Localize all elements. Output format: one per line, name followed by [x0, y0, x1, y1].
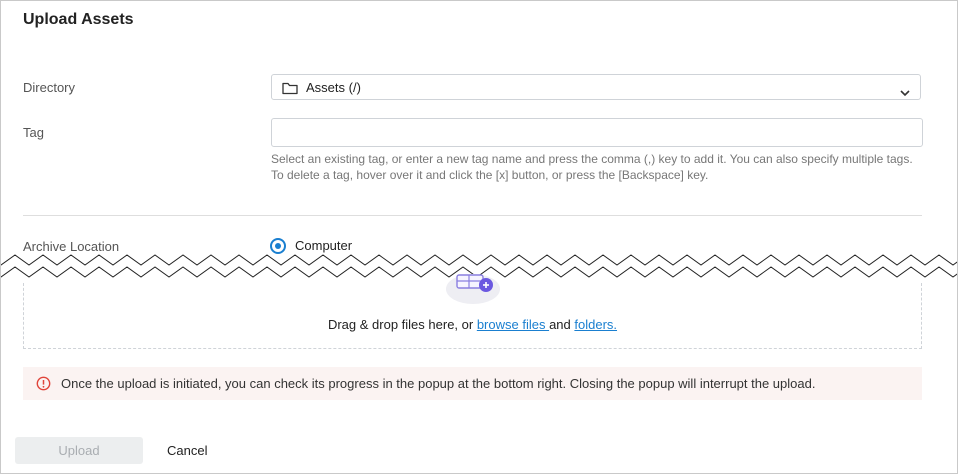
tag-help-line-1: Select an existing tag, or enter a new t… [271, 152, 913, 166]
section-divider [23, 215, 922, 216]
tag-help-line-2: To delete a tag, hover over it and click… [271, 168, 709, 182]
dialog-title: Upload Assets [23, 11, 134, 28]
alert-circle-icon [36, 376, 51, 396]
notice-message: Once the upload is initiated, you can ch… [61, 376, 816, 391]
directory-select[interactable]: Assets (/) [271, 74, 921, 100]
cancel-button[interactable]: Cancel [159, 437, 215, 464]
dropzone-conjunction: and [549, 317, 575, 332]
tag-label: Tag [23, 125, 44, 140]
tag-help-text: Select an existing tag, or enter a new t… [271, 151, 926, 183]
folder-icon [282, 82, 298, 100]
tag-input[interactable] [271, 118, 923, 147]
upload-notice-banner: Once the upload is initiated, you can ch… [23, 367, 922, 400]
dropzone-instructions: Drag & drop files here, or browse files … [1, 317, 944, 332]
chevron-down-icon [900, 84, 910, 102]
upload-button[interactable]: Upload [15, 437, 143, 464]
directory-label: Directory [23, 80, 76, 95]
folders-link[interactable]: folders. [574, 317, 617, 332]
browse-files-link[interactable]: browse files [477, 317, 549, 332]
add-files-icon [445, 267, 501, 312]
directory-value: Assets (/) [306, 80, 361, 95]
dropzone-text: Drag & drop files here, or [327, 317, 477, 332]
upload-assets-dialog: Upload Assets Directory Assets (/) Tag S… [0, 0, 958, 474]
